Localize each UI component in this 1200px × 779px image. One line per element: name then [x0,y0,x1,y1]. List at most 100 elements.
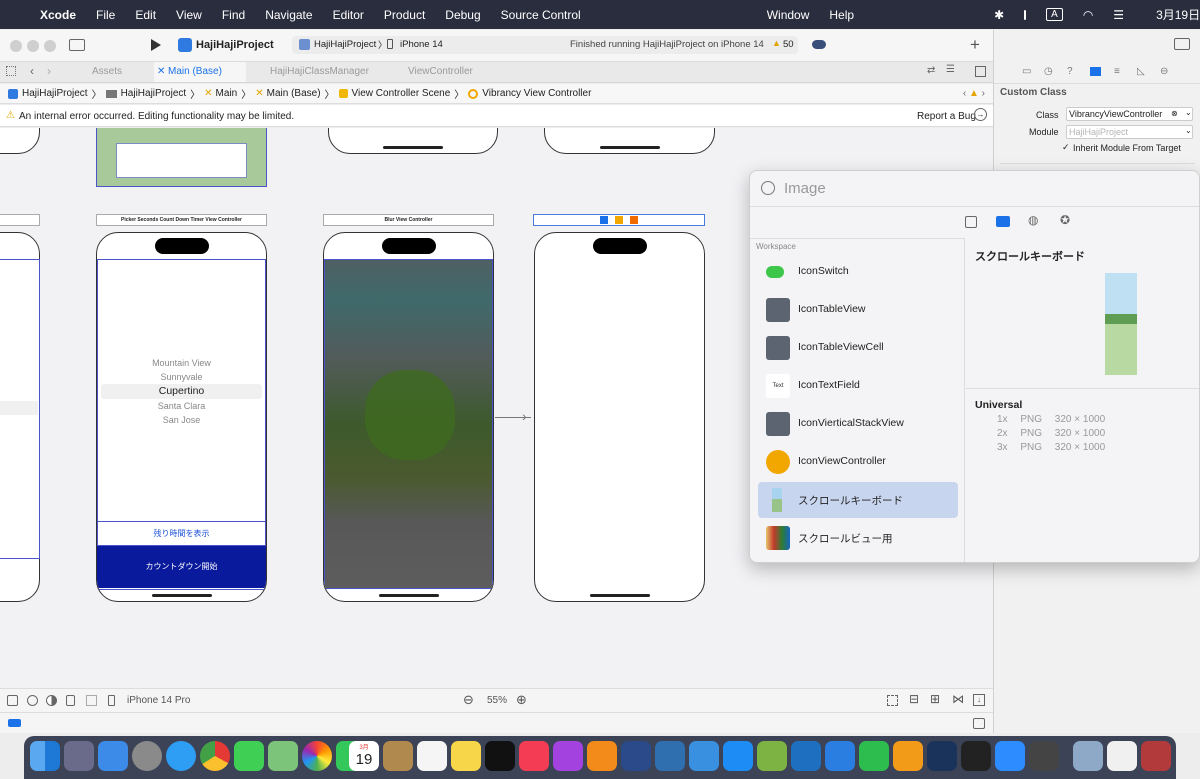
view-controller-icon[interactable] [599,216,608,224]
music-icon[interactable] [519,741,549,771]
menu-edit[interactable]: Edit [135,8,156,22]
partial-scene-top-3[interactable] [328,128,498,154]
menu-source-control[interactable]: Source Control [501,8,581,22]
menu-product[interactable]: Product [384,8,425,22]
input-source-indicator[interactable]: A [1046,8,1063,21]
scene-blur[interactable] [323,232,494,602]
report-bug-button[interactable]: Report a Bug [917,111,976,122]
checkmark-icon[interactable]: ✓ [1062,142,1070,153]
close-window-button[interactable] [10,40,22,52]
library-item-iconswitch[interactable]: IconSwitch [758,254,958,290]
device-preview-selector[interactable]: iPhone 14 Pro [127,695,190,706]
project-title[interactable]: HajiHajiProject [196,39,274,51]
scheme-selector[interactable]: HajiHajiProject [314,39,376,50]
grid-icon[interactable] [6,66,16,76]
jump-main[interactable]: Main [216,88,238,99]
menu-navigate[interactable]: Navigate [265,8,312,22]
sidebar-toggle-icon[interactable] [69,39,85,51]
photos-icon[interactable] [302,741,332,771]
device-selector[interactable]: iPhone 14 [400,39,443,50]
issue-nav-icons[interactable]: ‹ ▲ › [963,88,985,99]
scene-label-left[interactable] [0,214,40,226]
calculator-icon[interactable] [1029,741,1059,771]
menu-window[interactable]: Window [767,8,810,22]
jump-scene[interactable]: View Controller Scene [352,88,451,99]
jump-folder[interactable]: HajiHajiProject [121,88,187,99]
library-item-scroll-view[interactable]: スクロールビュー用 [758,520,958,556]
scene-label-picker[interactable]: Picker Seconds Count Down Timer View Con… [96,214,267,226]
symbols-tab-icon[interactable]: ✪ [1060,213,1070,227]
blur-effect-view[interactable] [324,259,493,589]
orientation-icon[interactable] [66,695,75,706]
dictionary-icon[interactable] [1141,741,1171,771]
images-tab-icon[interactable] [996,216,1010,227]
chevron-down-icon[interactable]: ⌄ [1185,108,1192,117]
keynote-icon[interactable] [825,741,855,771]
first-responder-icon[interactable] [615,216,623,224]
library-item-scroll-keyboard-selected[interactable]: スクロールキーボード [758,482,958,518]
menu-editor[interactable]: Editor [333,8,364,22]
menu-view[interactable]: View [176,8,202,22]
arrow-circle-icon[interactable]: → [974,108,987,121]
vscode-icon[interactable] [791,741,821,771]
menu-find[interactable]: Find [222,8,245,22]
menu-app-xcode[interactable]: Xcode [40,8,76,22]
app-store-icon[interactable] [723,741,753,771]
jump-vibrancy[interactable]: Vibrancy View Controller [482,88,591,99]
contacts-icon[interactable] [383,741,413,771]
scene-label-blur[interactable]: Blur View Controller [323,214,494,226]
finder-icon[interactable] [30,741,60,771]
objects-tab-icon[interactable] [965,216,977,228]
reminders-icon[interactable] [417,741,447,771]
layout-icon[interactable] [86,695,97,706]
flutter-app-icon[interactable] [927,741,957,771]
add-library-button[interactable]: + [970,35,980,55]
size-inspector-icon[interactable]: ◺ [1137,66,1145,77]
tab-assets[interactable]: Assets [78,62,154,82]
module-field[interactable]: HajiHajiProject ⌄ [1066,125,1193,139]
tab-main-base[interactable]: ✕ Main (Base) [154,62,246,82]
connections-inspector-icon[interactable]: ⊖ [1160,66,1168,77]
picker-view[interactable]: Mountain View Sunnyvale Cupertino Santa … [97,356,266,426]
embed-icon[interactable]: ↓ [973,694,985,706]
podcasts-icon[interactable] [553,741,583,771]
identity-inspector-icon[interactable] [1090,67,1101,76]
inherit-module-checkbox-label[interactable]: Inherit Module From Target [1073,143,1181,153]
menu-help[interactable]: Help [829,8,854,22]
simulator-icon[interactable] [655,741,685,771]
file-inspector-icon[interactable]: ▭ [1022,66,1031,77]
system-settings-icon[interactable] [132,741,162,771]
align-icon[interactable]: ⊟ [909,692,919,706]
notes-icon[interactable] [451,741,481,771]
textedit-icon[interactable] [1107,741,1137,771]
calendar-icon[interactable]: 3月 19 [349,741,379,771]
preview-window-icon[interactable] [1073,741,1103,771]
pages-icon[interactable] [893,741,923,771]
safari-icon[interactable] [166,741,196,771]
console-toggle-icon[interactable] [973,718,985,729]
cloud-icon[interactable] [812,40,826,49]
white-box-view[interactable] [116,143,247,178]
outline-toggle-icon[interactable] [7,695,18,706]
library-item-iconverticalstackview[interactable]: IconVierticalStackView [758,406,958,442]
partial-scene-selected[interactable] [96,128,267,187]
appearance-icon[interactable] [27,695,38,706]
back-arrow-icon[interactable]: ‹ [30,64,34,78]
clear-icon[interactable]: ⊗ [1171,109,1178,118]
exit-icon[interactable] [630,216,639,224]
zoom-in-icon[interactable]: ⊕ [516,692,527,708]
menu-file[interactable]: File [96,8,115,22]
library-item-icontableview[interactable]: IconTableView [758,292,958,328]
xcode-icon[interactable] [621,741,651,771]
tab-viewcontroller[interactable]: ViewController [394,62,504,82]
debug-area-toggle[interactable] [8,719,21,727]
numbers-icon[interactable] [859,741,889,771]
partial-scene-top-4[interactable] [544,128,715,154]
zoom-level[interactable]: 55% [487,695,507,706]
start-countdown-button[interactable]: カウントダウン開始 [97,546,266,588]
jump-main-base[interactable]: Main (Base) [267,88,321,99]
minimize-window-button[interactable] [27,40,39,52]
chrome-icon[interactable] [200,741,230,771]
bluetooth-icon[interactable]: ✱ [994,8,1004,22]
update-frames-icon[interactable] [887,695,898,706]
